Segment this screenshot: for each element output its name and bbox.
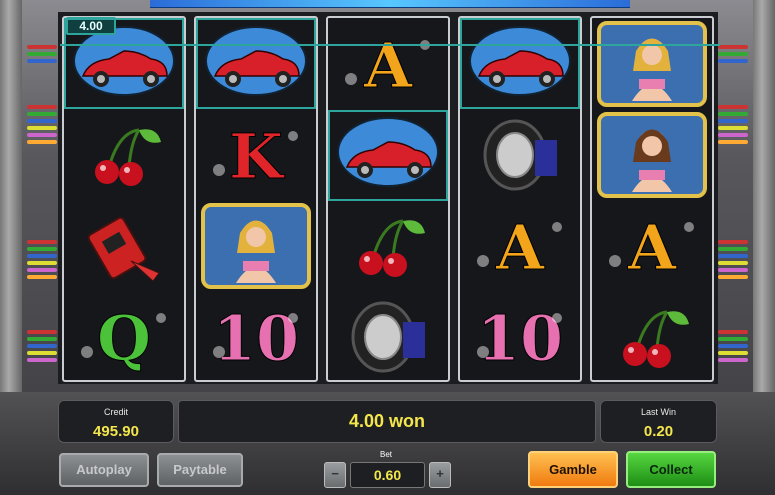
wire bbox=[718, 337, 748, 341]
wire bbox=[718, 52, 748, 56]
reel-2: K 10 bbox=[194, 16, 318, 382]
symbol-K-icon: K bbox=[196, 109, 316, 200]
wire bbox=[718, 275, 748, 279]
wire bbox=[27, 59, 57, 63]
wire bbox=[27, 275, 57, 279]
symbol-Q-icon: Q bbox=[64, 291, 184, 380]
wire bbox=[718, 112, 748, 116]
bet-decrease-button[interactable]: − bbox=[324, 462, 346, 488]
symbol-girl-blonde-icon bbox=[196, 200, 316, 291]
wire bbox=[27, 112, 57, 116]
wire bbox=[718, 351, 748, 355]
wire bbox=[718, 133, 748, 137]
wire bbox=[718, 344, 748, 348]
symbol-cherries-icon bbox=[64, 109, 184, 200]
win-line-amount: 4.00 bbox=[66, 17, 116, 35]
right-wires bbox=[713, 0, 753, 392]
wire bbox=[27, 268, 57, 272]
gamble-button[interactable]: Gamble bbox=[528, 451, 618, 488]
paytable-button[interactable]: Paytable bbox=[157, 453, 243, 487]
wire bbox=[718, 140, 748, 144]
wire bbox=[27, 247, 57, 251]
wire bbox=[27, 330, 57, 334]
wire bbox=[27, 358, 57, 362]
svg-text:A: A bbox=[363, 29, 413, 102]
reel-area: Q K 10 A A 10 A bbox=[58, 12, 718, 384]
left-wires bbox=[22, 0, 62, 392]
wire bbox=[27, 52, 57, 56]
left-rail bbox=[0, 0, 22, 392]
collect-button[interactable]: Collect bbox=[626, 451, 716, 488]
symbol-tire-icon bbox=[328, 291, 448, 380]
credit-value: 495.90 bbox=[93, 423, 139, 440]
svg-text:10: 10 bbox=[213, 302, 299, 375]
wire bbox=[718, 254, 748, 258]
wire bbox=[27, 351, 57, 355]
right-rail bbox=[753, 0, 775, 392]
autoplay-button[interactable]: Autoplay bbox=[59, 453, 149, 487]
top-light-bar bbox=[150, 0, 630, 8]
wire bbox=[27, 126, 57, 130]
wire bbox=[27, 119, 57, 123]
wire bbox=[27, 140, 57, 144]
wire bbox=[27, 105, 57, 109]
symbol-oil-can-icon bbox=[64, 200, 184, 291]
wire bbox=[27, 133, 57, 137]
wire bbox=[718, 105, 748, 109]
wire bbox=[27, 254, 57, 258]
bet-label: Bet bbox=[380, 450, 393, 459]
symbol-10-icon: 10 bbox=[196, 291, 316, 380]
wire bbox=[718, 126, 748, 130]
wire bbox=[718, 59, 748, 63]
wire bbox=[718, 119, 748, 123]
svg-text:Q: Q bbox=[97, 302, 151, 375]
wire bbox=[718, 261, 748, 265]
svg-text:A: A bbox=[627, 211, 677, 284]
last-win-label: Last Win bbox=[640, 407, 676, 417]
wire bbox=[27, 261, 57, 265]
symbol-A-icon: A bbox=[328, 18, 448, 109]
wire bbox=[718, 45, 748, 49]
bet-increase-button[interactable]: + bbox=[429, 462, 451, 488]
svg-text:10: 10 bbox=[477, 302, 563, 375]
symbol-tire-icon bbox=[460, 109, 580, 200]
last-win-box: Last Win 0.20 bbox=[600, 400, 717, 443]
wire bbox=[718, 358, 748, 362]
win-message: 4.00 won bbox=[178, 400, 596, 443]
reel-5: A bbox=[590, 16, 714, 382]
win-line bbox=[60, 44, 720, 46]
wire bbox=[27, 344, 57, 348]
last-win-value: 0.20 bbox=[643, 423, 674, 440]
symbol-A-icon: A bbox=[460, 200, 580, 291]
bet-value: 0.60 bbox=[350, 462, 425, 488]
reel-3: A bbox=[326, 16, 450, 382]
symbol-10-icon: 10 bbox=[460, 291, 580, 380]
wire bbox=[718, 240, 748, 244]
credit-label: Credit bbox=[103, 407, 128, 417]
wire bbox=[27, 337, 57, 341]
symbol-car-icon bbox=[460, 18, 580, 109]
symbol-car-icon bbox=[196, 18, 316, 109]
credit-box: Credit 495.90 bbox=[58, 400, 174, 443]
symbol-cherries-icon bbox=[592, 291, 712, 380]
symbol-car-icon bbox=[328, 109, 448, 200]
svg-text:A: A bbox=[495, 211, 545, 284]
wire bbox=[718, 247, 748, 251]
symbol-girl-brunette-icon bbox=[592, 109, 712, 200]
reel-1: Q bbox=[62, 16, 186, 382]
symbol-A-icon: A bbox=[592, 200, 712, 291]
wire bbox=[27, 45, 57, 49]
wire bbox=[718, 268, 748, 272]
symbol-cherries-icon bbox=[328, 200, 448, 291]
wire bbox=[718, 330, 748, 334]
svg-text:K: K bbox=[229, 120, 285, 193]
wire bbox=[27, 240, 57, 244]
symbol-girl-blonde-icon bbox=[592, 18, 712, 109]
reel-4: A 10 bbox=[458, 16, 582, 382]
